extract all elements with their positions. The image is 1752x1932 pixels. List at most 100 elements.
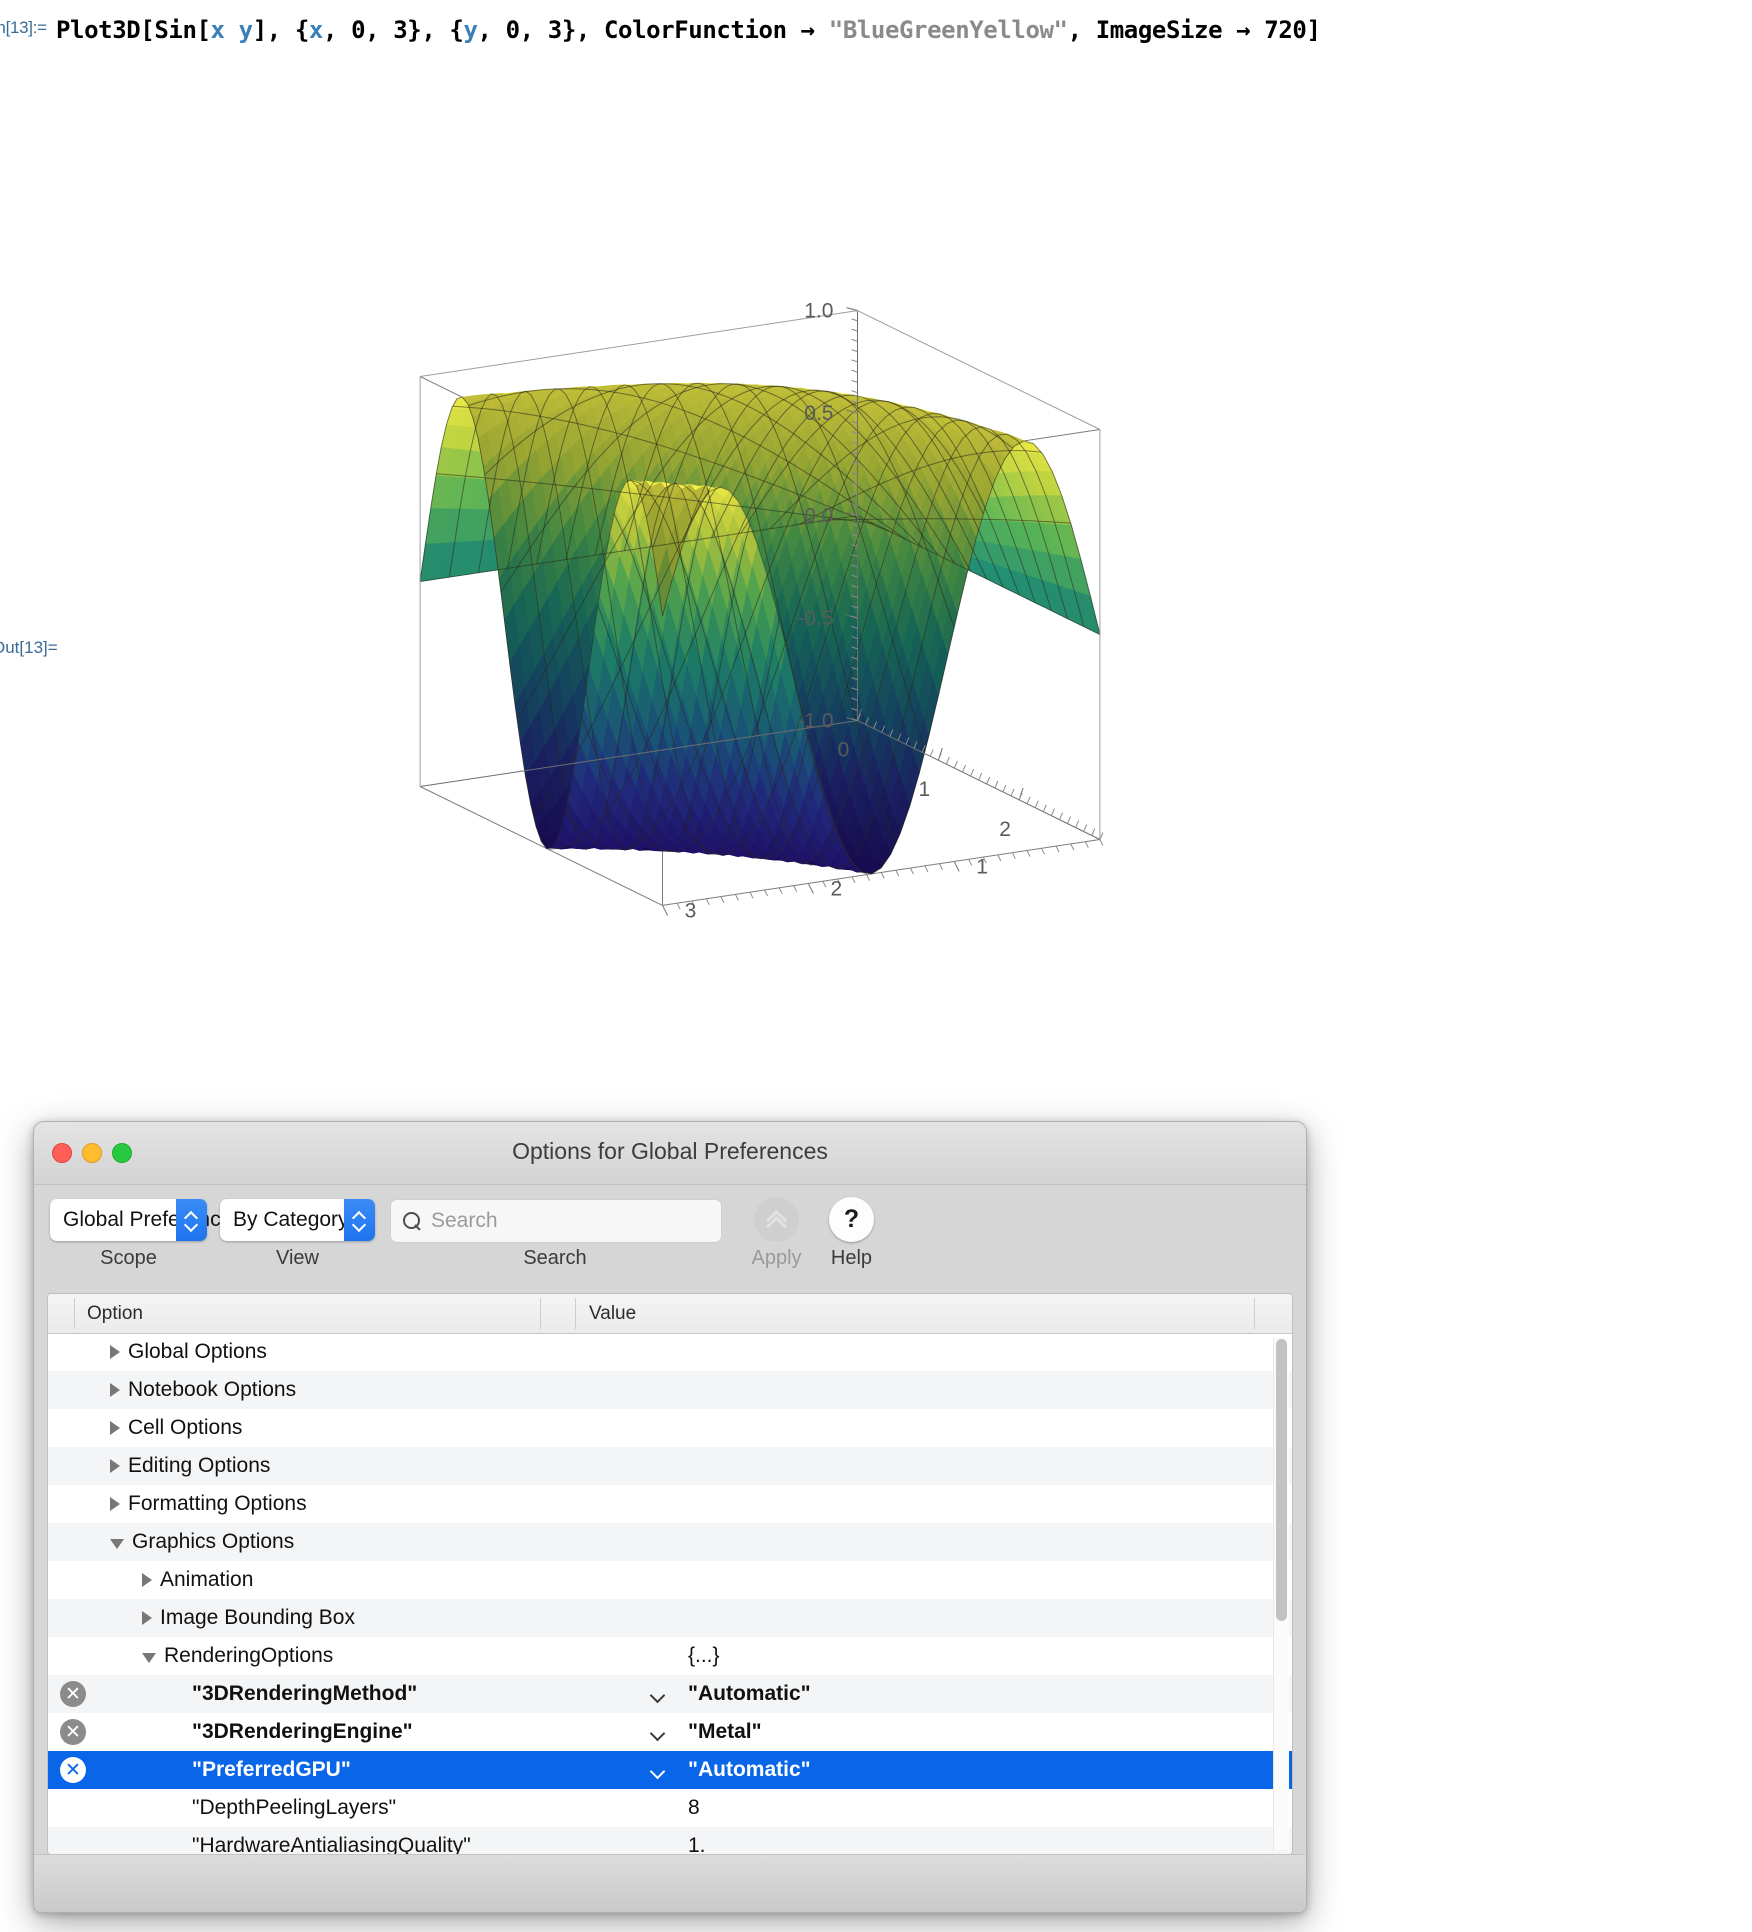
axis-tick-label: -0.5: [797, 607, 833, 630]
option-name: "DepthPeelingLayers": [192, 1796, 397, 1819]
code-mid-2: , 0, 3}, {: [322, 16, 464, 44]
option-value[interactable]: 8: [688, 1796, 700, 1820]
code-mid-1: ], {: [252, 16, 310, 44]
table-row[interactable]: ✕ "PreferredGPU" "Automatic": [48, 1751, 1292, 1789]
disclosure-triangle-closed-icon[interactable]: [110, 1459, 120, 1473]
table-row[interactable]: Notebook Options: [48, 1371, 1292, 1409]
disclosure-triangle-closed-icon[interactable]: [110, 1383, 120, 1397]
dialog-title: Options for Global Preferences: [512, 1138, 828, 1164]
axis-tick-label: -1.0: [797, 710, 833, 733]
code-symbol-y: y: [463, 16, 478, 44]
option-name: "HardwareAntialiasingQuality": [192, 1834, 471, 1854]
disclosure-triangle-closed-icon[interactable]: [142, 1611, 152, 1625]
axis-tick-label: 1.0: [804, 300, 833, 323]
disclosure-triangle-open-icon[interactable]: [142, 1652, 156, 1663]
table-body[interactable]: Global Options Notebook Options Cell Optio…: [48, 1333, 1292, 1854]
option-value[interactable]: "Metal": [688, 1720, 762, 1744]
axis-tick-label: 2: [830, 877, 842, 900]
axis-tick-label: 3: [685, 899, 697, 922]
option-value[interactable]: "Automatic": [688, 1758, 811, 1782]
table-row[interactable]: Formatting Options: [48, 1485, 1292, 1523]
dialog-toolbar: Global Preferences By Category Search ? …: [34, 1185, 1306, 1285]
table-row[interactable]: Animation: [48, 1561, 1292, 1599]
table-row[interactable]: Cell Options: [48, 1409, 1292, 1447]
scrollbar-thumb[interactable]: [1276, 1339, 1287, 1621]
input-cell-code[interactable]: Plot3D[Sin[x y], {x, 0, 3}, {y, 0, 3}, C…: [56, 16, 1321, 44]
option-name: "PreferredGPU": [192, 1758, 351, 1781]
scope-popup-value: Global Preferences: [63, 1208, 243, 1231]
disclosure-triangle-closed-icon[interactable]: [142, 1573, 152, 1587]
view-stepper-icon[interactable]: [344, 1199, 375, 1241]
view-popup-value: By Category: [233, 1208, 349, 1231]
search-caption: Search: [523, 1247, 587, 1269]
table-row[interactable]: "DepthPeelingLayers" 8: [48, 1789, 1292, 1827]
value-chevron-down-icon[interactable]: [652, 1690, 667, 1699]
chevron-down-icon: [186, 1222, 197, 1229]
view-caption: View: [276, 1247, 319, 1269]
scope-caption: Scope: [100, 1247, 157, 1269]
table-header-row: Option Value: [48, 1294, 1292, 1334]
dialog-titlebar[interactable]: Options for Global Preferences: [34, 1122, 1306, 1185]
code-symbol-x: x: [308, 16, 323, 44]
disclosure-triangle-closed-icon[interactable]: [110, 1345, 120, 1359]
surface-plot-svg: 1.00.50.0-0.5-1.0012123: [419, 300, 1104, 922]
notebook-canvas: In[13]:= Plot3D[Sin[x y], {x, 0, 3}, {y,…: [0, 0, 1752, 1120]
x-glyph: ✕: [65, 1758, 81, 1781]
value-chevron-down-icon[interactable]: [652, 1766, 667, 1775]
value-chevron-down-icon[interactable]: [652, 1728, 667, 1737]
apply-button[interactable]: [754, 1197, 799, 1242]
axis-tick-label: 0: [838, 739, 850, 762]
table-row[interactable]: Graphics Options: [48, 1523, 1292, 1561]
reset-option-icon[interactable]: ✕: [60, 1681, 86, 1707]
option-name: RenderingOptions: [164, 1644, 334, 1667]
code-symbol-xy: x y: [210, 16, 254, 44]
search-placeholder: Search: [431, 1209, 498, 1232]
help-caption: Help: [830, 1247, 873, 1269]
reset-option-icon[interactable]: ✕: [60, 1719, 86, 1745]
view-popup-button[interactable]: By Category: [220, 1199, 375, 1241]
table-row[interactable]: Image Bounding Box: [48, 1599, 1292, 1637]
scope-popup-button[interactable]: Global Preferences: [50, 1199, 243, 1241]
code-string-colorfunction: "BlueGreenYellow": [828, 16, 1068, 44]
apply-caption: Apply: [751, 1247, 802, 1269]
table-scrollbar[interactable]: [1273, 1337, 1289, 1850]
column-header-value[interactable]: Value: [589, 1303, 636, 1325]
axis-tick-label: 1: [976, 855, 988, 878]
table-row[interactable]: ✕ "3DRenderingMethod" "Automatic": [48, 1675, 1292, 1713]
option-name: "3DRenderingEngine": [192, 1720, 413, 1743]
chevron-down-icon: [354, 1222, 365, 1229]
column-header-option[interactable]: Option: [87, 1303, 143, 1325]
table-row[interactable]: Editing Options: [48, 1447, 1292, 1485]
axis-tick-label: 0.5: [804, 402, 833, 425]
search-input[interactable]: Search: [390, 1199, 722, 1243]
scope-stepper-icon[interactable]: [176, 1199, 207, 1241]
option-value[interactable]: "Automatic": [688, 1682, 811, 1706]
plot3d-output[interactable]: 1.0 0.5 0.0 -0.5 -1.0 0 1 2 1 2 3: [60, 48, 1480, 1108]
option-name: Cell Options: [128, 1416, 243, 1439]
option-value[interactable]: 1.: [688, 1834, 706, 1854]
input-cell-label: In[13]:=: [0, 18, 47, 37]
option-name: Editing Options: [128, 1454, 271, 1477]
table-row[interactable]: ✕ "3DRenderingEngine" "Metal": [48, 1713, 1292, 1751]
x-glyph: ✕: [65, 1682, 81, 1705]
reset-option-icon[interactable]: ✕: [60, 1757, 86, 1783]
output-cell-label: Out[13]=: [0, 638, 58, 657]
x-glyph: ✕: [65, 1720, 81, 1743]
disclosure-triangle-closed-icon[interactable]: [110, 1421, 120, 1435]
disclosure-triangle-open-icon[interactable]: [110, 1538, 124, 1549]
axis-tick-label: 1: [918, 778, 930, 801]
table-row[interactable]: "HardwareAntialiasingQuality" 1.: [48, 1827, 1292, 1854]
disclosure-triangle-closed-icon[interactable]: [110, 1497, 120, 1511]
option-value[interactable]: {...}: [688, 1644, 720, 1668]
option-name: Global Options: [128, 1340, 267, 1363]
table-row[interactable]: RenderingOptions {...}: [48, 1637, 1292, 1675]
option-name: Animation: [160, 1568, 254, 1591]
search-icon: [403, 1211, 422, 1231]
help-button[interactable]: ?: [829, 1197, 874, 1242]
double-chevron-up-icon: [765, 1209, 787, 1237]
options-table: Option Value Global Options Notebook Opti…: [47, 1293, 1293, 1855]
option-name: Formatting Options: [128, 1492, 307, 1515]
table-row[interactable]: Global Options: [48, 1333, 1292, 1371]
options-dialog-window[interactable]: Options for Global Preferences Global Pr…: [33, 1121, 1307, 1913]
axis-tick-label: 0.0: [804, 505, 833, 528]
